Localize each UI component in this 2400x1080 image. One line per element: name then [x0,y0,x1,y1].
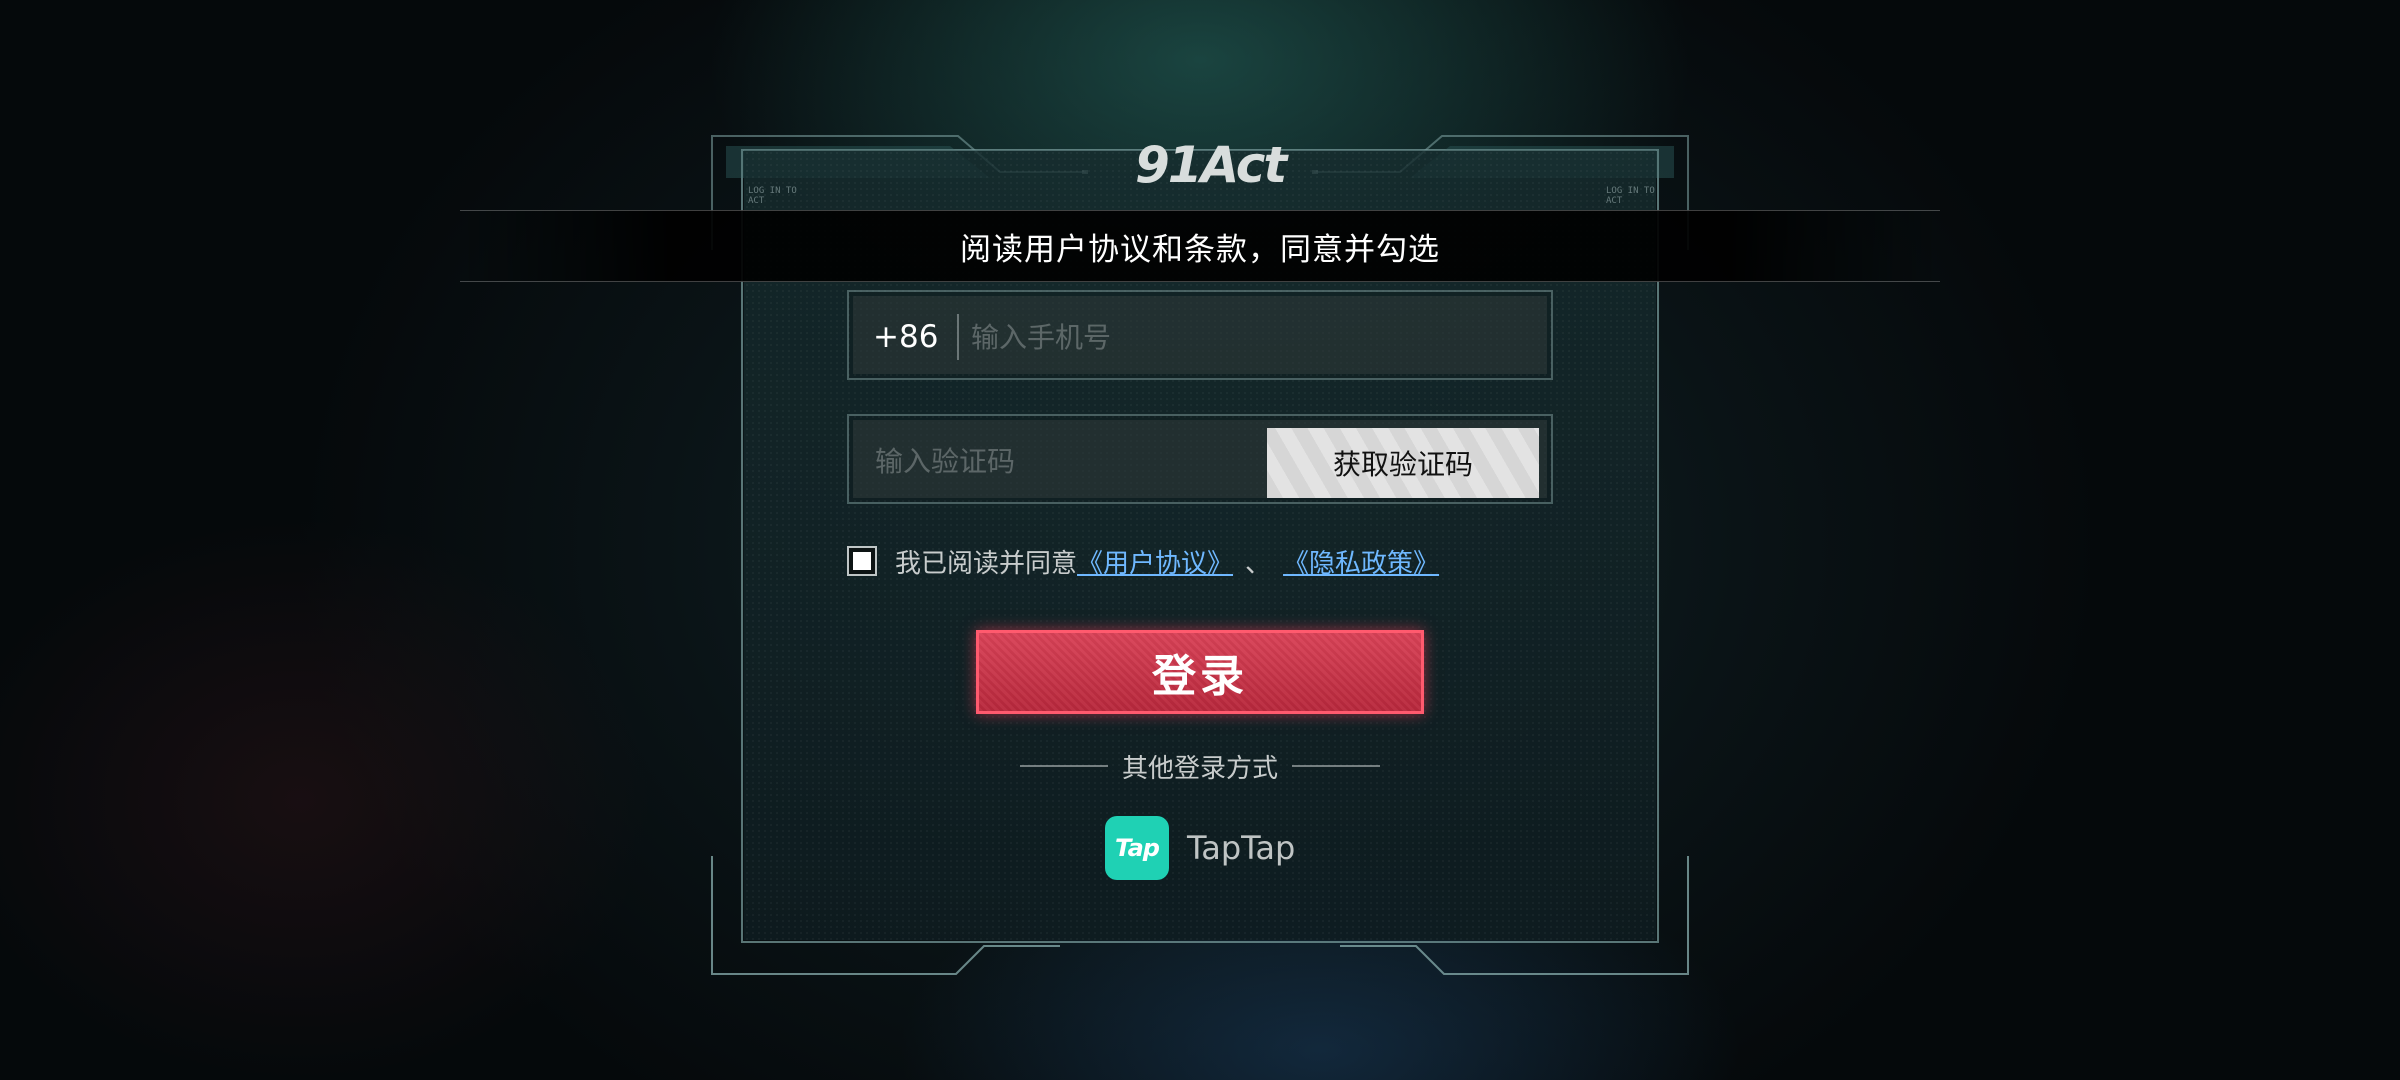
game-logo: 91Act [1135,136,1287,194]
other-login-label: 其他登录方式 [1121,753,1278,784]
get-code-button[interactable]: 获取验证码 [1267,428,1539,498]
corner-tag-left: LOG IN TO ACT [748,186,797,206]
login-button[interactable]: 登录 [976,630,1424,714]
agreement-text: 我已阅读并同意 [895,548,1078,579]
verification-code-field: 获取验证码 [847,414,1553,504]
phone-field: +86 [847,290,1553,380]
taptap-label: TapTap [1187,829,1296,867]
toast-text: 阅读用户协议和条款，同意并勾选 [960,231,1440,268]
verification-code-input[interactable] [875,420,1255,502]
user-agreement-link[interactable]: 《用户协议》 [1077,543,1233,580]
prefix-divider [957,314,959,360]
agreement-row: 我已阅读并同意 《用户协议》 、 《隐私政策》 [847,543,1439,579]
checkbox-fill [853,552,871,570]
toast-message: 阅读用户协议和条款，同意并勾选 [460,210,1940,282]
agreement-separator: 、 [1245,548,1272,579]
other-login-divider: 其他登录方式 [1014,748,1386,784]
corner-tag-right: LOG IN TO ACT [1606,186,1655,206]
divider-line-left [1019,765,1108,767]
divider-line-right [1292,765,1380,767]
agreement-checkbox[interactable] [847,546,877,576]
privacy-policy-link[interactable]: 《隐私政策》 [1283,543,1439,580]
taptap-icon: Tap [1105,816,1169,880]
login-button-label: 登录 [1152,651,1248,702]
phone-input[interactable] [971,296,1531,378]
country-code-prefix[interactable]: +86 [873,296,938,378]
taptap-login-button[interactable]: Tap TapTap [1105,816,1295,880]
